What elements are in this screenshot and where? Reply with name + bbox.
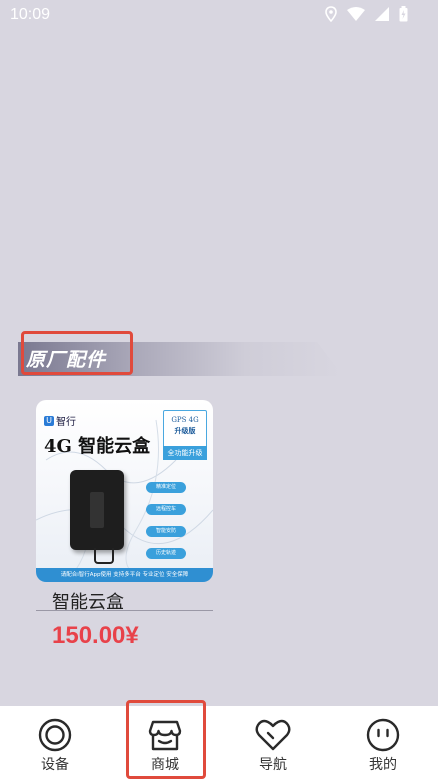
- heart-navigation-icon: [255, 719, 291, 751]
- badge-line-1: GPS 4G: [171, 416, 199, 424]
- feature-pill: 精准定位: [146, 482, 186, 493]
- status-bar: 10:09: [0, 0, 438, 30]
- location-icon: [325, 6, 337, 22]
- product-price: 150.00¥: [52, 622, 139, 649]
- feature-pill: 历史轨迹: [146, 548, 186, 559]
- signal-icon: [375, 7, 389, 21]
- target-icon: [38, 718, 72, 752]
- device-cable: [94, 548, 114, 564]
- product-image[interactable]: U 智行 4G 智能云盒 GPS 4G 升级版 全功能升级 精准定位 远程控车 …: [36, 400, 213, 582]
- nav-item-device[interactable]: 设备: [15, 706, 95, 779]
- battery-icon: [399, 6, 408, 22]
- brand-logo: U 智行: [44, 413, 76, 428]
- feature-pill: 远程控车: [146, 504, 186, 515]
- device-label: [90, 492, 104, 528]
- face-icon: [366, 718, 400, 752]
- nav-label-profile: 我的: [369, 757, 397, 773]
- product-image-footer: 请配合i智行App使用 支持多平台 专业定位 安全保障: [36, 568, 213, 582]
- brand-mark: U: [44, 415, 54, 426]
- product-headline: 4G 智能云盒: [44, 436, 151, 457]
- feature-list: 精准定位 远程控车 智能安防 历史轨迹: [146, 482, 186, 559]
- nav-label-navigation: 导航: [259, 757, 287, 773]
- status-icons: [325, 6, 408, 22]
- nav-item-navigation[interactable]: 导航: [233, 706, 313, 779]
- bottom-nav: 设备 商城 导航 我的: [0, 706, 438, 779]
- badge-line-2: 升级版: [174, 427, 196, 435]
- status-time: 10:09: [10, 6, 51, 23]
- nav-item-profile[interactable]: 我的: [343, 706, 423, 779]
- badge-line-3: 全功能升级: [163, 446, 207, 460]
- nav-store-highlight: [126, 700, 206, 779]
- gps-badge: GPS 4G 升级版 全功能升级: [163, 410, 207, 460]
- brand-name: 智行: [56, 417, 76, 428]
- section-title-highlight: [21, 331, 133, 375]
- device-image: [70, 470, 124, 550]
- wifi-icon: [347, 7, 365, 21]
- feature-pill: 智能安防: [146, 526, 186, 537]
- nav-label-device: 设备: [41, 757, 69, 773]
- product-divider: [36, 610, 213, 611]
